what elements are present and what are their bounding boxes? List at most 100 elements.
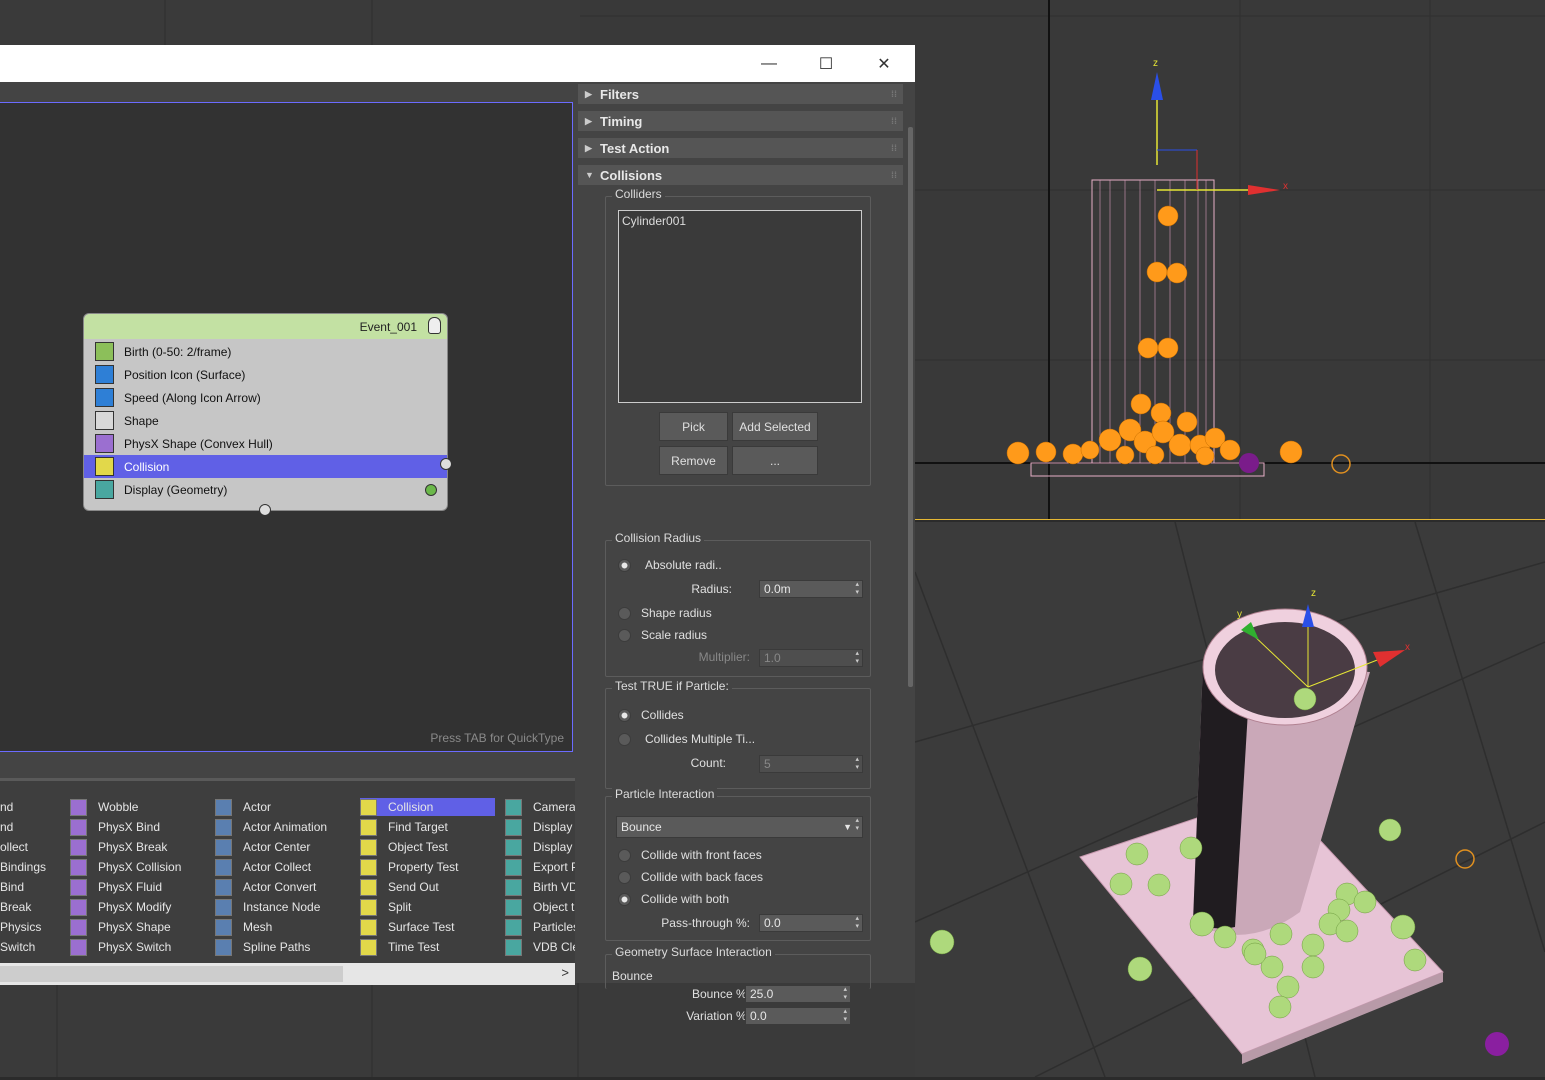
depot-item[interactable]: Send Out <box>360 878 495 896</box>
operator-icon <box>215 798 232 816</box>
depot-item[interactable]: Find Target <box>360 818 495 836</box>
collides-radio[interactable]: Collides <box>618 708 684 722</box>
depot-item[interactable]: PhysX Break <box>70 838 205 856</box>
operator-collision[interactable]: Collision <box>84 455 447 478</box>
scroll-right-arrow-icon[interactable]: > <box>561 965 569 980</box>
depot-item[interactable]: Export P <box>505 858 575 876</box>
minimize-button[interactable]: — <box>740 45 798 82</box>
rollout-test-action[interactable]: ▶ Test Action ⁞⁞ <box>578 138 903 158</box>
display-toggle-icon[interactable] <box>425 483 437 496</box>
pick-button[interactable]: Pick <box>659 412 728 441</box>
depot-item[interactable]: Instance Node <box>215 898 350 916</box>
depot-item-label: Actor Center <box>243 840 311 854</box>
depot-item[interactable]: Time Test <box>360 938 495 956</box>
depot-item[interactable]: Object Test <box>360 838 495 856</box>
depot-item[interactable]: Actor Animation <box>215 818 350 836</box>
rollout-collisions[interactable]: ▼ Collisions ⁞⁞ <box>578 165 903 185</box>
depot-item[interactable]: nd <box>0 798 60 816</box>
colliders-list[interactable]: Cylinder001 <box>618 210 862 403</box>
depot-item[interactable]: Bind <box>0 878 60 896</box>
depot-item[interactable]: Collision <box>360 798 495 816</box>
operator-icon <box>70 918 87 936</box>
operator-shape[interactable]: Shape <box>84 409 447 432</box>
rollout-filters[interactable]: ▶ Filters ⁞⁞ <box>578 84 903 104</box>
depot-item[interactable]: Camera <box>505 798 575 816</box>
count-label: Count: <box>690 756 726 770</box>
rollout-timing[interactable]: ▶ Timing ⁞⁞ <box>578 111 903 131</box>
pass-through-spinner[interactable]: 0.0 <box>759 914 863 932</box>
maximize-button[interactable]: ☐ <box>797 45 855 82</box>
multiplier-spinner[interactable]: 1.0 <box>759 649 863 667</box>
depot-item[interactable]: PhysX Bind <box>70 818 205 836</box>
particle-graph[interactable]: Event_001 Birth (0-50: 2/frame) Position… <box>0 102 573 752</box>
depot-item[interactable]: PhysX Fluid <box>70 878 205 896</box>
depot-item[interactable]: Actor Collect <box>215 858 350 876</box>
depot-item[interactable]: Property Test <box>360 858 495 876</box>
variation-spinner[interactable]: 0.0 <box>745 1007 851 1025</box>
depot-scroll-thumb[interactable] <box>0 966 343 982</box>
parameters-panel: ▶ Filters ⁞⁞ ▶ Timing ⁞⁞ ▶ Test Action ⁞⁞ ▼ Col… <box>575 82 915 1025</box>
bounce-percent-spinner[interactable]: 25.0 <box>745 985 851 1003</box>
depot-item[interactable]: Mesh <box>215 918 350 936</box>
close-button[interactable]: ✕ <box>855 45 913 82</box>
geometry-surface-title: Geometry Surface Interaction <box>612 945 775 959</box>
operator-position-icon[interactable]: Position Icon (Surface) <box>84 363 447 386</box>
depot-item-label: Actor Animation <box>243 820 328 834</box>
depot-item[interactable]: ollect <box>0 838 60 856</box>
depot-item[interactable]: Actor Center <box>215 838 350 856</box>
depot-item[interactable]: PhysX Collision <box>70 858 205 876</box>
event-header[interactable]: Event_001 <box>84 314 447 339</box>
operator-display[interactable]: Display (Geometry) <box>84 478 447 501</box>
depot-item[interactable]: Actor <box>215 798 350 816</box>
depot-item[interactable]: Surface Test <box>360 918 495 936</box>
shape-radius-radio[interactable]: Shape radius <box>618 606 712 620</box>
depot-item[interactable]: PhysX Modify <box>70 898 205 916</box>
depot-item[interactable]: VDB Cle <box>505 938 575 956</box>
depot-item[interactable]: Display <box>505 838 575 856</box>
test-true-group: Test TRUE if Particle: Collides Collides… <box>605 679 871 789</box>
operator-speed[interactable]: Speed (Along Icon Arrow) <box>84 386 447 409</box>
scale-radius-radio[interactable]: Scale radius <box>618 628 707 642</box>
depot-item[interactable]: nd <box>0 818 60 836</box>
back-faces-radio[interactable]: Collide with back faces <box>618 870 763 884</box>
both-faces-radio[interactable]: Collide with both <box>618 892 729 906</box>
depot-item[interactable]: Display <box>505 818 575 836</box>
operator-birth[interactable]: Birth (0-50: 2/frame) <box>84 340 447 363</box>
depot-item[interactable]: Spline Paths <box>215 938 350 956</box>
collides-multiple-radio[interactable]: Collides Multiple Ti... <box>618 732 755 746</box>
depot-item[interactable]: Split <box>360 898 495 916</box>
remove-button[interactable]: Remove <box>659 446 728 475</box>
depot-item[interactable]: Actor Convert <box>215 878 350 896</box>
radius-spinner[interactable]: 0.0m <box>759 580 863 598</box>
depot-item[interactable]: Particles <box>505 918 575 936</box>
interaction-dropdown[interactable]: Bounce ▼ <box>616 816 863 838</box>
depot-item[interactable]: Switch <box>0 938 60 956</box>
depot-item[interactable]: Birth VD <box>505 878 575 896</box>
front-faces-radio[interactable]: Collide with front faces <box>618 848 762 862</box>
depot-scrollbar[interactable]: > <box>0 963 575 985</box>
depot-item[interactable]: PhysX Shape <box>70 918 205 936</box>
viewport-perspective[interactable]: z x y <box>914 521 1545 1078</box>
collision-output-socket[interactable] <box>440 458 452 470</box>
depot-item[interactable]: Bindings <box>0 858 60 876</box>
depot-item[interactable]: Physics <box>0 918 60 936</box>
operator-physx-shape[interactable]: PhysX Shape (Convex Hull) <box>84 432 447 455</box>
event-node[interactable]: Event_001 Birth (0-50: 2/frame) Position… <box>83 313 452 516</box>
depot-item-label: PhysX Fluid <box>98 880 163 894</box>
operator-icon <box>215 878 232 896</box>
viewport-top-left[interactable] <box>0 0 580 45</box>
operator-icon <box>215 898 232 916</box>
add-selected-button[interactable]: Add Selected <box>732 412 818 441</box>
event-input-socket[interactable] <box>259 504 271 516</box>
lightbulb-icon[interactable] <box>428 317 441 334</box>
depot-item[interactable]: Break <box>0 898 60 916</box>
collider-item[interactable]: Cylinder001 <box>622 214 858 228</box>
more-button[interactable]: ... <box>732 446 818 475</box>
count-spinner[interactable]: 5 <box>759 755 863 773</box>
depot-item[interactable]: PhysX Switch <box>70 938 205 956</box>
svg-text:z: z <box>1153 58 1158 69</box>
absolute-radius-radio[interactable]: Absolute radi.. <box>618 558 722 572</box>
depot-item[interactable]: Wobble <box>70 798 205 816</box>
params-scrollbar[interactable] <box>908 127 913 687</box>
depot-item[interactable]: Object t <box>505 898 575 916</box>
